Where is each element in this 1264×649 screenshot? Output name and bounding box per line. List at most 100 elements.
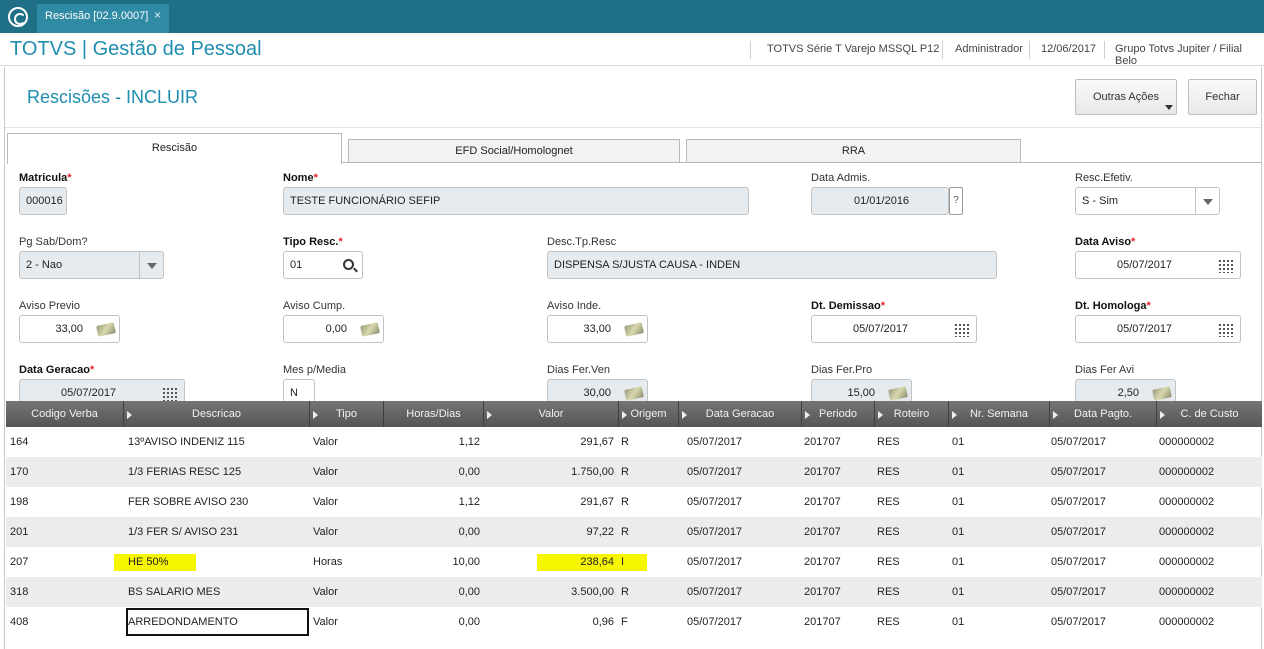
table-cell[interactable]: 164	[10, 427, 120, 457]
money-icon[interactable]	[96, 322, 116, 337]
table-cell[interactable]: 0,00	[384, 457, 480, 487]
company-label[interactable]: Grupo Totvs Jupiter / Filial Belo	[1115, 43, 1264, 67]
table-cell[interactable]: 01	[952, 577, 1047, 607]
calendar-icon[interactable]	[1218, 323, 1234, 337]
desc-tp-resc-field[interactable]: DISPENSA S/JUSTA CAUSA - INDEN	[547, 251, 997, 279]
table-cell[interactable]: R	[621, 577, 676, 607]
calendar-icon[interactable]	[954, 323, 970, 337]
table-cell[interactable]: 000000002	[1159, 607, 1259, 637]
table-row[interactable]: 198 FER SOBRE AVISO 230 Valor 1,12 291,67 R 05…	[6, 487, 1262, 517]
user-label[interactable]: Administrador	[955, 43, 1023, 55]
table-cell[interactable]: 000000002	[1159, 487, 1259, 517]
table-cell[interactable]: 05/07/2017	[687, 607, 797, 637]
table-cell[interactable]: RES	[877, 607, 947, 637]
column-header[interactable]: Tipo	[310, 401, 384, 427]
table-cell[interactable]: 201707	[804, 577, 872, 607]
table-cell[interactable]: 13ºAVISO INDENIZ 115	[128, 427, 308, 457]
table-cell[interactable]: RES	[877, 577, 947, 607]
table-cell[interactable]: 05/07/2017	[687, 547, 797, 577]
table-cell[interactable]: 201707	[804, 607, 872, 637]
money-icon[interactable]	[360, 322, 380, 337]
resc-efetiv-select[interactable]: S - Sim	[1075, 187, 1220, 215]
table-row[interactable]: 207 HE 50% Horas 10,00 238,64 I 05/07/2017 2017…	[6, 547, 1262, 577]
table-row[interactable]: 164 13ºAVISO INDENIZ 115 Valor 1,12 291,67 R 0…	[6, 427, 1262, 457]
table-cell[interactable]: 10,00	[384, 547, 480, 577]
table-cell[interactable]: 0,00	[384, 517, 480, 547]
column-header[interactable]: Horas/Dias	[384, 401, 484, 427]
tab-rescisao[interactable]: Rescisão	[7, 133, 342, 164]
dropdown-arrow-icon[interactable]	[1195, 188, 1219, 214]
table-cell[interactable]: 201707	[804, 427, 872, 457]
table-cell[interactable]: 05/07/2017	[687, 487, 797, 517]
table-cell[interactable]: RES	[877, 517, 947, 547]
column-header[interactable]: Descricao	[124, 401, 310, 427]
table-cell[interactable]: Valor	[313, 577, 383, 607]
column-header[interactable]: Roteiro	[875, 401, 949, 427]
data-admis-field[interactable]: 01/01/2016	[811, 187, 949, 215]
table-cell[interactable]: RES	[877, 547, 947, 577]
window-tab-rescisao[interactable]: Rescisão [02.9.0007] ×	[37, 4, 169, 33]
table-cell[interactable]: FER SOBRE AVISO 230	[128, 487, 308, 517]
pg-sab-dom-select[interactable]: 2 - Nao	[19, 251, 164, 279]
table-cell[interactable]: 1,12	[384, 487, 480, 517]
column-header[interactable]: Data Geracao	[679, 401, 802, 427]
table-cell[interactable]: 1/3 FER S/ AVISO 231	[128, 517, 308, 547]
table-cell[interactable]: 201707	[804, 487, 872, 517]
tab-rra[interactable]: RRA	[686, 139, 1021, 163]
calendar-icon[interactable]	[162, 387, 178, 401]
table-cell[interactable]: I	[621, 547, 676, 577]
column-header[interactable]: C. de Custo	[1157, 401, 1262, 427]
table-cell[interactable]: 01	[952, 427, 1047, 457]
money-icon[interactable]	[624, 322, 644, 337]
column-header[interactable]: Data Pagto.	[1050, 401, 1157, 427]
table-cell[interactable]: RES	[877, 457, 947, 487]
help-button[interactable]: ?	[949, 187, 963, 215]
dt-homologa-field[interactable]: 05/07/2017	[1075, 315, 1241, 343]
table-cell[interactable]: R	[621, 517, 676, 547]
table-cell[interactable]: 0,96	[484, 607, 614, 637]
table-cell[interactable]: 000000002	[1159, 547, 1259, 577]
table-cell[interactable]: Horas	[313, 547, 383, 577]
table-cell[interactable]: 01	[952, 487, 1047, 517]
tab-efd-social[interactable]: EFD Social/Homolognet	[348, 139, 680, 163]
tipo-resc-field[interactable]: 01	[283, 251, 363, 279]
matricula-field[interactable]: 000016	[19, 187, 67, 215]
table-cell[interactable]: 01	[952, 607, 1047, 637]
table-cell[interactable]: Valor	[313, 517, 383, 547]
table-cell[interactable]: 201	[10, 517, 120, 547]
money-icon[interactable]	[624, 386, 644, 401]
table-cell[interactable]: 408	[10, 607, 120, 637]
table-row[interactable]: 318 BS SALARIO MES Valor 0,00 3.500,00 R 05/07…	[6, 577, 1262, 607]
column-header[interactable]: Codigo Verba	[6, 401, 124, 427]
table-cell[interactable]: Valor	[313, 427, 383, 457]
close-button[interactable]: Fechar	[1188, 79, 1257, 115]
table-cell[interactable]: Valor	[313, 607, 383, 637]
table-cell[interactable]: 000000002	[1159, 457, 1259, 487]
money-icon[interactable]	[888, 386, 908, 401]
dt-demissao-field[interactable]: 05/07/2017	[811, 315, 977, 343]
table-cell[interactable]: 05/07/2017	[1051, 517, 1155, 547]
table-row[interactable]: 408 ARREDONDAMENTO Valor 0,00 0,96 F 05/07/201…	[6, 607, 1262, 637]
aviso-cump-field[interactable]: 0,00	[283, 315, 384, 343]
table-cell[interactable]: 000000002	[1159, 517, 1259, 547]
table-cell[interactable]: 05/07/2017	[687, 427, 797, 457]
table-cell[interactable]: Valor	[313, 457, 383, 487]
table-cell[interactable]: RES	[877, 487, 947, 517]
table-cell[interactable]: 05/07/2017	[1051, 487, 1155, 517]
data-aviso-field[interactable]: 05/07/2017	[1075, 251, 1241, 279]
table-cell[interactable]: 05/07/2017	[687, 457, 797, 487]
aviso-previo-field[interactable]: 33,00	[19, 315, 120, 343]
table-cell[interactable]: 318	[10, 577, 120, 607]
table-cell[interactable]: 01	[952, 517, 1047, 547]
table-cell[interactable]: 0,00	[384, 577, 480, 607]
column-header[interactable]: Periodo	[802, 401, 875, 427]
table-cell[interactable]: 291,67	[484, 487, 614, 517]
aviso-inde-field[interactable]: 33,00	[547, 315, 648, 343]
table-cell[interactable]: 05/07/2017	[1051, 427, 1155, 457]
nome-field[interactable]: TESTE FUNCIONÁRIO SEFIP	[283, 187, 749, 215]
table-cell[interactable]: 05/07/2017	[687, 577, 797, 607]
table-cell[interactable]: 05/07/2017	[1051, 457, 1155, 487]
table-cell[interactable]: 238,64	[484, 547, 614, 577]
totvs-logo-icon[interactable]	[8, 7, 28, 27]
table-cell[interactable]: Valor	[313, 487, 383, 517]
